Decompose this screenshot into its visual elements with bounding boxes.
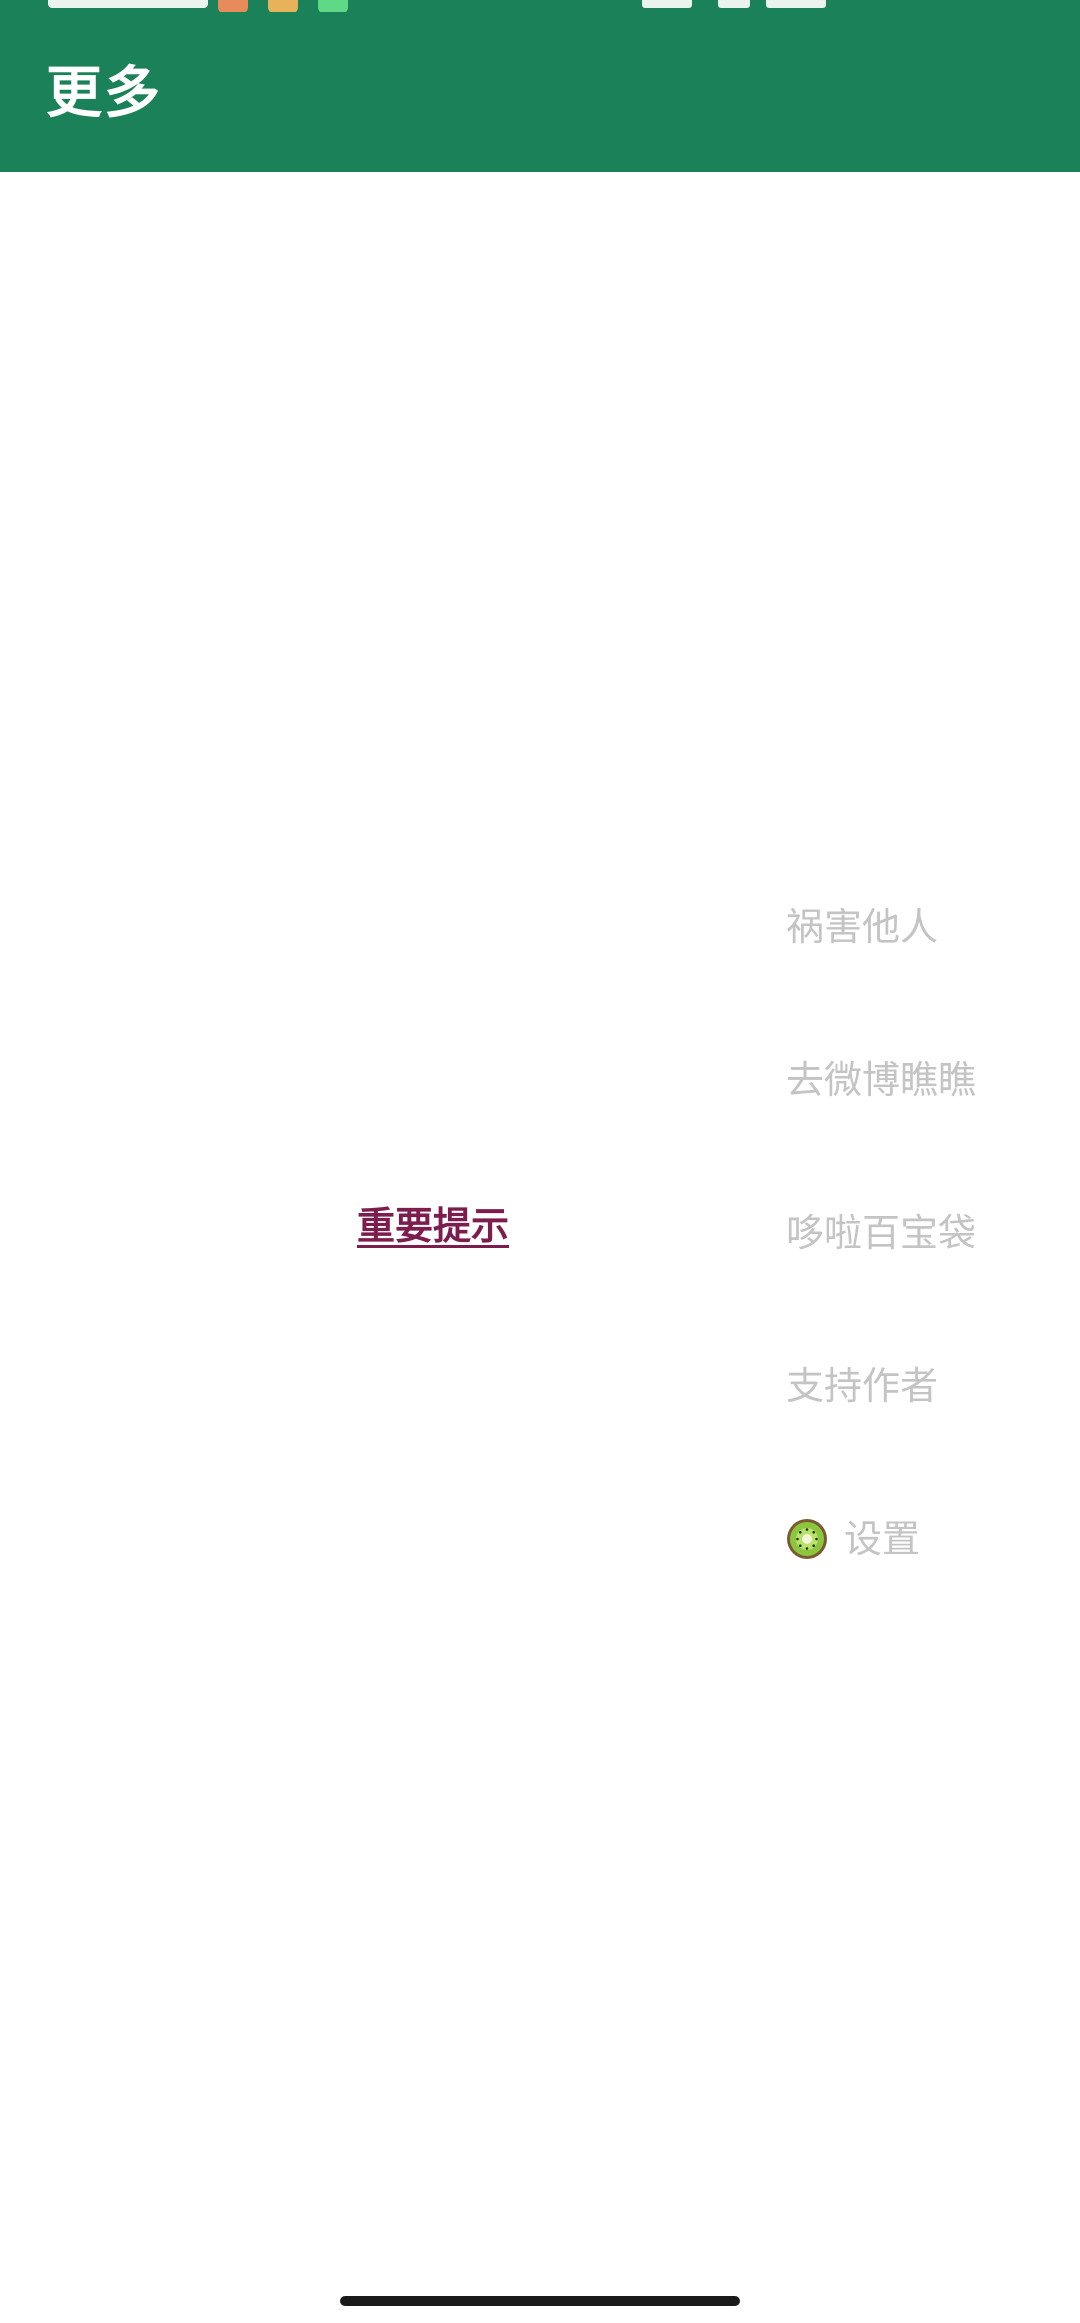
notification-icon (268, 0, 298, 12)
menu-item-label: 哆啦百宝袋 (786, 1211, 977, 1255)
battery-icon (766, 0, 826, 8)
notification-icon (218, 0, 248, 12)
menu-item-label: 祸害他人 (786, 905, 939, 949)
wifi-icon (718, 0, 750, 8)
menu-item-label: 支持作者 (786, 1364, 939, 1408)
kiwi-icon (787, 1518, 827, 1559)
notification-icon (318, 0, 348, 12)
menu-item-label: 去微博瞧瞧 (786, 1058, 977, 1102)
home-indicator[interactable] (340, 2296, 740, 2306)
menu-item-settings[interactable]: 设置 (786, 1504, 920, 1574)
signal-icon (642, 0, 692, 8)
page-title: 更多 (46, 61, 162, 126)
important-notice-link[interactable]: 重要提示 (357, 1196, 509, 1256)
status-clock (48, 0, 208, 8)
menu-item-support-author[interactable]: 支持作者 (786, 1351, 938, 1421)
menu-item-doraemon-pocket[interactable]: 哆啦百宝袋 (786, 1198, 976, 1268)
app-screen: 更多 重要提示 祸害他人 去微博瞧瞧 哆啦百宝袋 支持作者 设置 (0, 0, 1080, 2323)
status-bar (0, 0, 1080, 12)
menu-item-label: 设置 (844, 1517, 921, 1561)
app-bar: 更多 (0, 0, 1080, 172)
menu-item-harm-others[interactable]: 祸害他人 (786, 892, 938, 962)
menu-item-visit-weibo[interactable]: 去微博瞧瞧 (786, 1045, 976, 1115)
